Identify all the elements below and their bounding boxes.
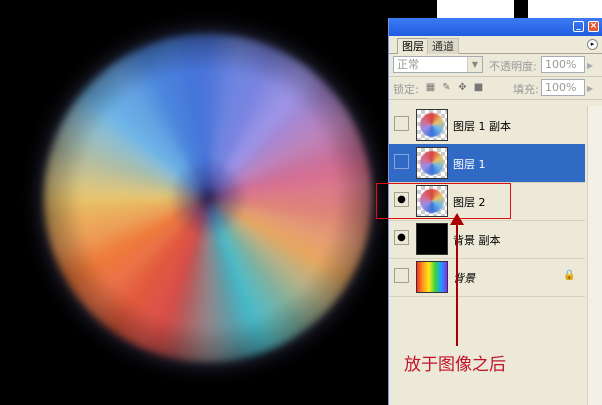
lock-paint-icon[interactable]: ✎ (441, 82, 452, 93)
lock-icon: 🔒 (563, 270, 576, 281)
layer-row[interactable]: 图层 1 (389, 144, 585, 183)
layers-scrollbar[interactable] (587, 106, 602, 405)
layer-thumbnail (416, 261, 448, 293)
layer-row[interactable]: 图层 1 副本 (389, 106, 585, 145)
visibility-toggle[interactable] (394, 268, 409, 283)
chevron-down-icon: ▼ (467, 57, 482, 72)
panel-menu-button[interactable]: ▸ (587, 39, 598, 50)
visibility-toggle[interactable] (394, 154, 409, 169)
eye-icon: ● (397, 232, 406, 243)
fill-input[interactable]: 100% (541, 79, 585, 96)
layer-name: 背景 副本 (453, 234, 501, 247)
layer-thumbnail (416, 223, 448, 255)
blend-mode-select[interactable]: 正常 ▼ (393, 56, 483, 73)
visibility-toggle[interactable]: ● (394, 230, 409, 245)
opacity-input[interactable]: 100% (541, 56, 585, 73)
blend-mode-value: 正常 (397, 58, 419, 71)
lock-transparency-icon[interactable]: ▦ (425, 82, 436, 93)
lock-row: 锁定: ▦ ✎ ✥ ■ 填充: 100% ▶ (389, 77, 602, 100)
close-button[interactable]: × (588, 21, 599, 32)
lock-move-icon[interactable]: ✥ (457, 82, 468, 93)
panel-titlebar: _ × (389, 18, 602, 36)
tab-layers[interactable]: 图层 (397, 38, 429, 54)
fill-arrow-icon[interactable]: ▶ (587, 84, 593, 93)
opacity-arrow-icon[interactable]: ▶ (587, 61, 593, 70)
canvas-area (0, 0, 388, 405)
annotation-note: 放于图像之后 (404, 355, 506, 375)
background-window (528, 0, 602, 18)
lock-all-icon[interactable]: ■ (473, 82, 484, 93)
minimize-button[interactable]: _ (573, 21, 584, 32)
layer-thumbnail (416, 109, 448, 141)
annotation-arrow (456, 218, 458, 346)
highlight-box (376, 183, 511, 219)
lock-label: 锁定: (393, 83, 419, 96)
swirl-texture (44, 34, 372, 362)
opacity-label: 不透明度: (489, 60, 537, 73)
visibility-toggle[interactable] (394, 116, 409, 131)
layer-row[interactable]: ● 背景 副本 (389, 220, 585, 259)
panel-tabs: 图层 通道 (389, 36, 602, 54)
blend-row: 正常 ▼ 不透明度: 100% ▶ (389, 54, 602, 77)
tab-channels[interactable]: 通道 (427, 38, 459, 54)
fill-label: 填充: (513, 83, 539, 96)
annotation-arrowhead (450, 213, 464, 225)
layer-row[interactable]: 背景 🔒 (389, 258, 585, 297)
background-window (437, 0, 514, 18)
layer-name: 图层 1 副本 (453, 120, 511, 133)
layer-thumbnail (416, 147, 448, 179)
layer-name: 图层 1 (453, 158, 486, 171)
